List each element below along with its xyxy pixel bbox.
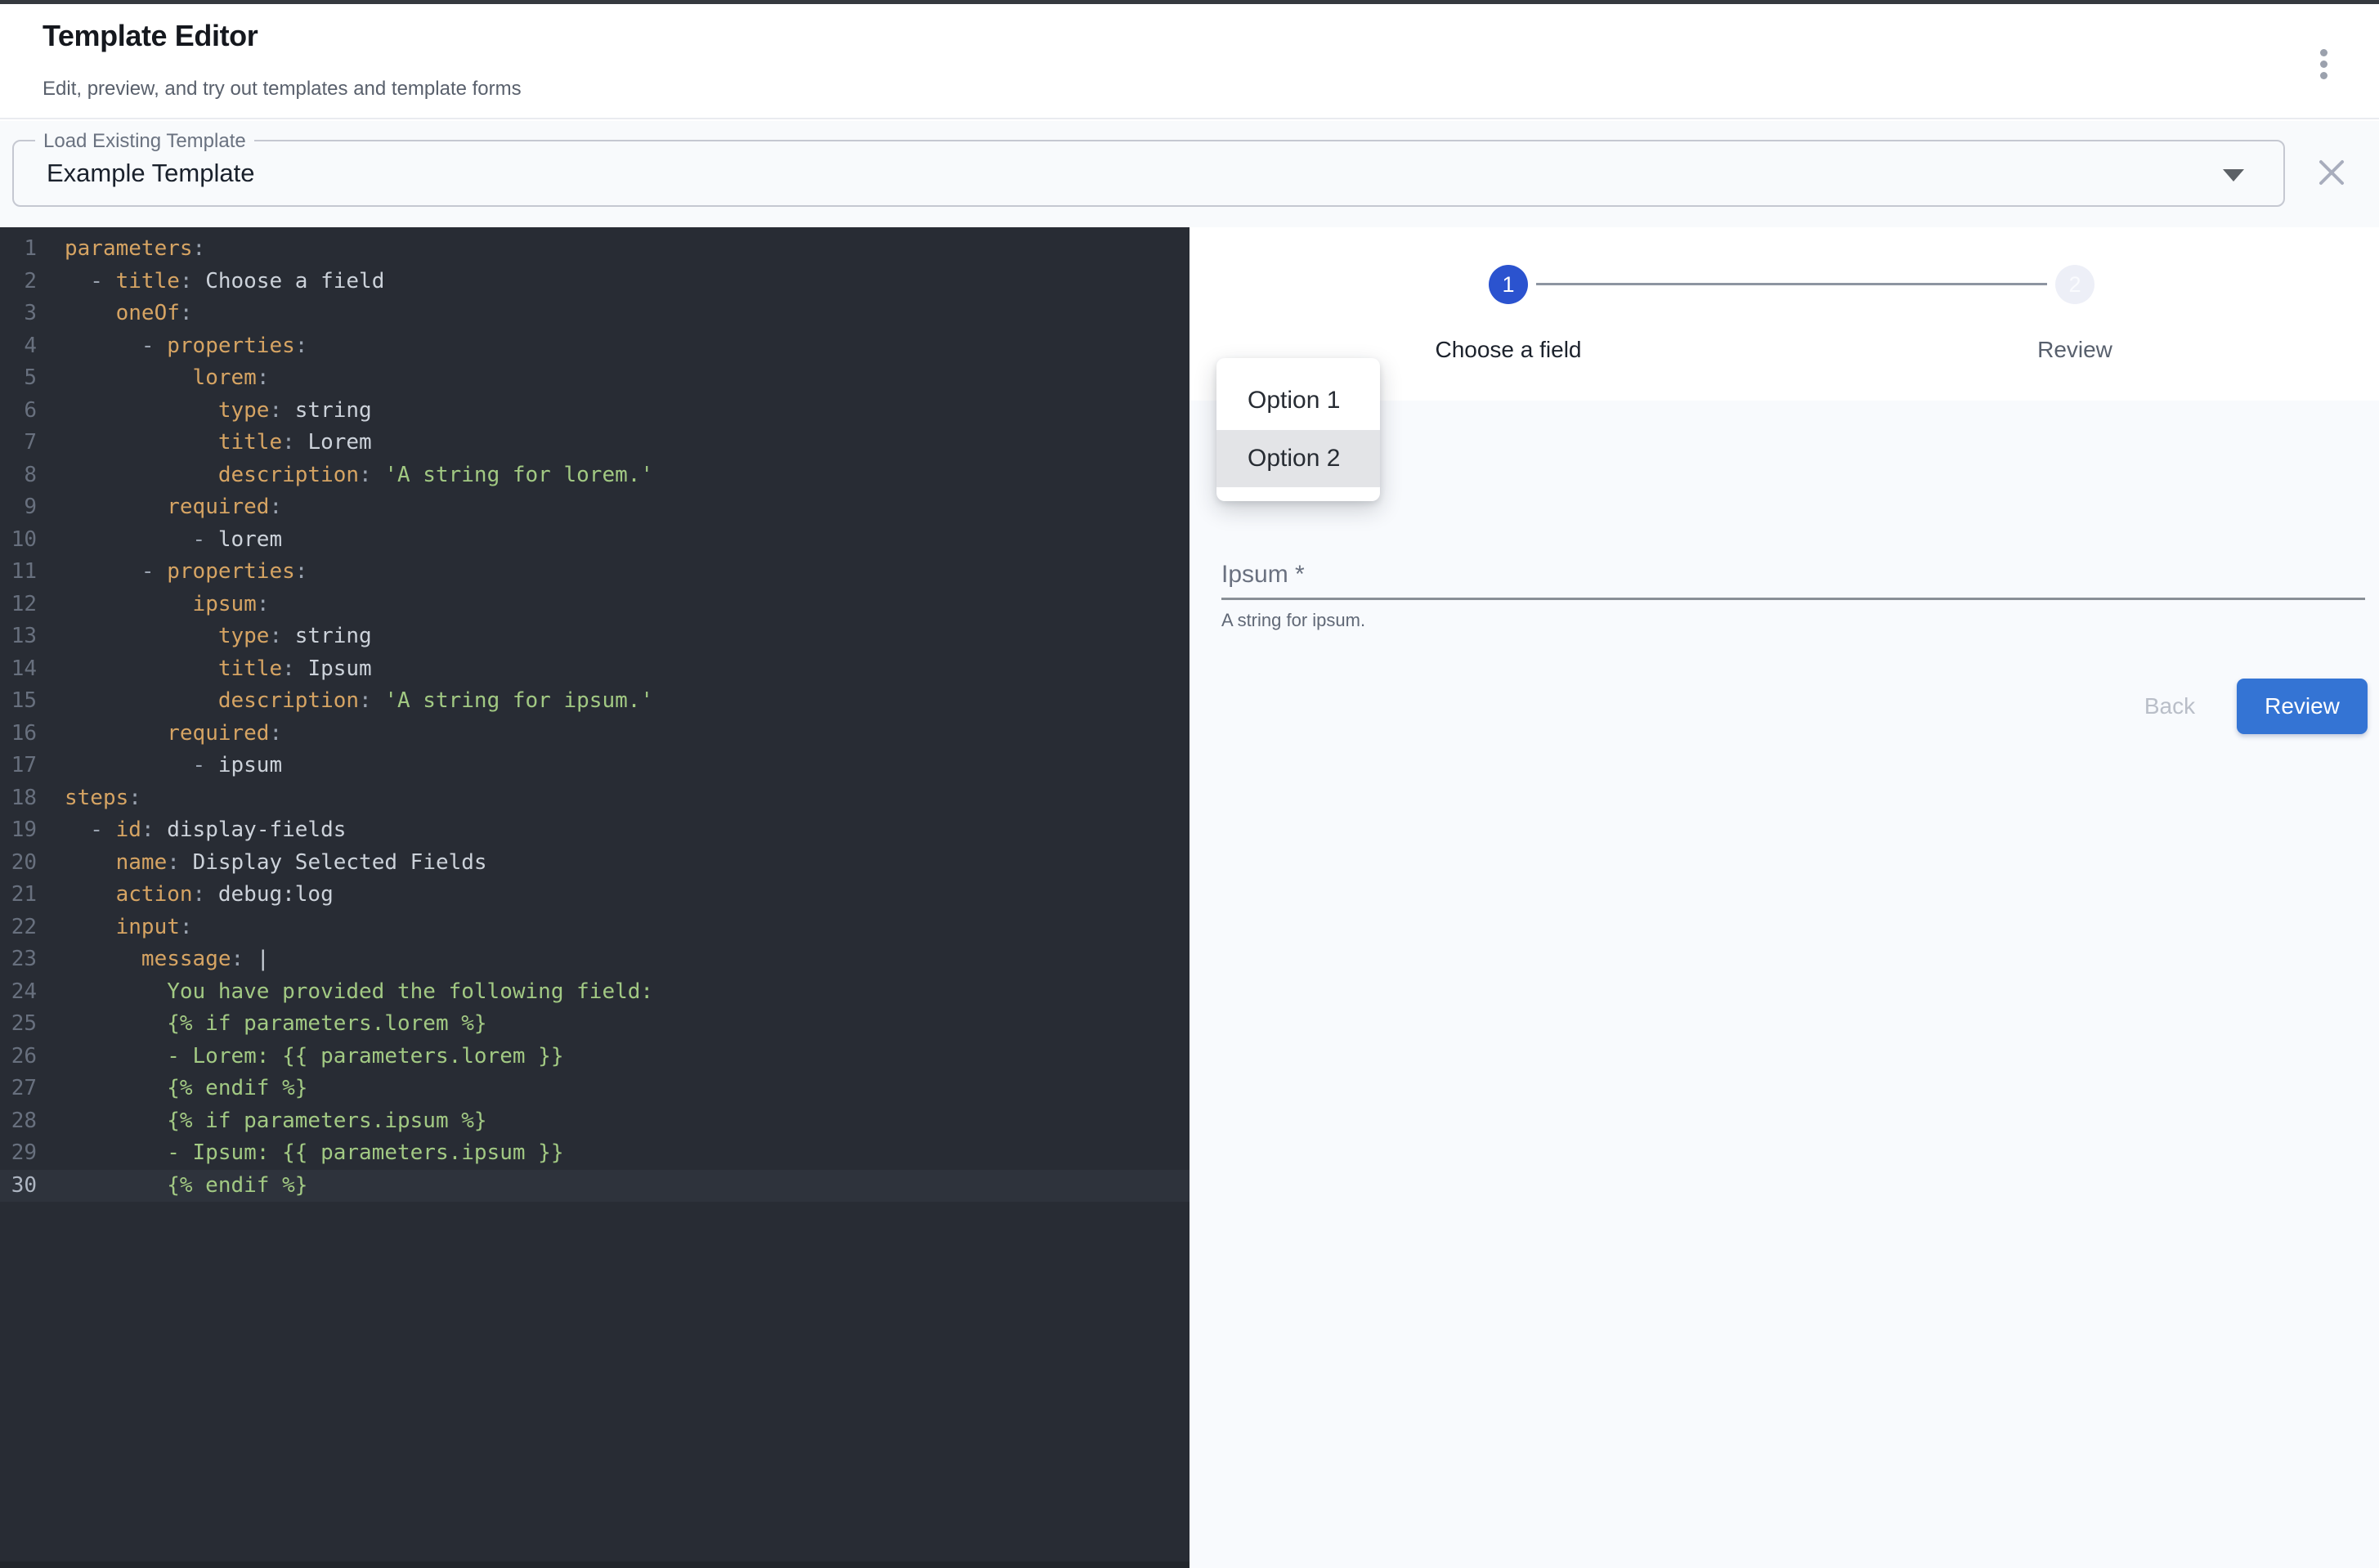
code-line: 4 - properties: xyxy=(0,330,1190,363)
code-line: 19 - id: display-fields xyxy=(0,814,1190,847)
code-line: 1parameters: xyxy=(0,233,1190,266)
page-subtitle: Edit, preview, and try out templates and… xyxy=(43,78,522,101)
step-connector-line xyxy=(1536,283,2047,285)
line-number: 19 xyxy=(0,814,37,847)
kebab-menu-icon xyxy=(2320,60,2327,68)
line-number: 3 xyxy=(0,298,37,330)
code-line: 14 title: Ipsum xyxy=(0,653,1190,686)
line-number: 4 xyxy=(0,330,37,363)
line-number: 25 xyxy=(0,1008,37,1041)
line-number: 27 xyxy=(0,1073,37,1105)
review-button[interactable]: Review xyxy=(2237,679,2368,734)
code-line: 27 {% endif %} xyxy=(0,1073,1190,1105)
line-number: 2 xyxy=(0,266,37,298)
step-1-label: Choose a field xyxy=(1435,337,1581,363)
code-line: 22 input: xyxy=(0,912,1190,944)
line-number: 18 xyxy=(0,782,37,815)
code-line: 24 You have provided the following field… xyxy=(0,976,1190,1009)
line-number: 29 xyxy=(0,1137,37,1170)
line-number: 23 xyxy=(0,943,37,976)
step-1-circle: 1 xyxy=(1489,265,1528,304)
line-number: 9 xyxy=(0,491,37,524)
code-line: 17 - ipsum xyxy=(0,750,1190,782)
code-line: 20 name: Display Selected Fields xyxy=(0,847,1190,880)
code-line: 3 oneOf: xyxy=(0,298,1190,330)
line-number: 20 xyxy=(0,847,37,880)
code-line: 18steps: xyxy=(0,782,1190,815)
chevron-down-icon xyxy=(2223,169,2244,181)
field-options-menu: Option 1 Option 2 xyxy=(1216,358,1380,501)
code-line: 25 {% if parameters.lorem %} xyxy=(0,1008,1190,1041)
code-line: 16 required: xyxy=(0,718,1190,750)
code-line: 5 lorem: xyxy=(0,362,1190,395)
close-icon xyxy=(2318,159,2345,186)
code-line: 6 type: string xyxy=(0,395,1190,428)
code-line: 13 type: string xyxy=(0,620,1190,653)
line-number: 28 xyxy=(0,1105,37,1138)
line-number: 6 xyxy=(0,395,37,428)
template-preview-panel: 1 2 Choose a field Review Option 1 Optio… xyxy=(1190,227,2379,1568)
code-line: 7 title: Lorem xyxy=(0,427,1190,459)
line-number: 12 xyxy=(0,589,37,621)
line-number: 21 xyxy=(0,879,37,912)
code-line: 2 - title: Choose a field xyxy=(0,266,1190,298)
step-2-number: 2 xyxy=(2068,272,2081,298)
ipsum-field-underline xyxy=(1221,598,2365,600)
line-number: 26 xyxy=(0,1041,37,1073)
code-lines: 1parameters:2 - title: Choose a field3 o… xyxy=(0,233,1190,1202)
template-editor-app: Template Editor Edit, preview, and try o… xyxy=(0,0,2379,1568)
clear-template-button[interactable] xyxy=(2312,153,2351,192)
more-options-button[interactable] xyxy=(2301,37,2346,91)
kebab-menu-icon xyxy=(2320,72,2327,79)
load-template-select[interactable]: Load Existing Template Example Template xyxy=(12,140,2285,207)
option-item-1[interactable]: Option 1 xyxy=(1216,372,1380,430)
page-title: Template Editor xyxy=(43,19,258,53)
ipsum-text-input[interactable] xyxy=(1221,561,2365,600)
code-line: 29 - Ipsum: {{ parameters.ipsum }} xyxy=(0,1137,1190,1170)
line-number: 1 xyxy=(0,233,37,266)
line-number: 14 xyxy=(0,653,37,686)
code-line: 30 {% endif %} xyxy=(0,1170,1190,1203)
line-number: 11 xyxy=(0,556,37,589)
kebab-menu-icon xyxy=(2320,49,2327,56)
line-number: 7 xyxy=(0,427,37,459)
option-item-2[interactable]: Option 2 xyxy=(1216,430,1380,488)
select-value: Example Template xyxy=(47,141,254,205)
code-line: 10 - lorem xyxy=(0,524,1190,557)
step-2-label: Review xyxy=(2037,337,2112,363)
code-line: 21 action: debug:log xyxy=(0,879,1190,912)
editor-horizontal-scrollbar[interactable] xyxy=(0,1561,1190,1568)
yaml-code-editor[interactable]: 1parameters:2 - title: Choose a field3 o… xyxy=(0,227,1190,1568)
line-number: 10 xyxy=(0,524,37,557)
line-number: 30 xyxy=(0,1170,37,1203)
load-template-section: Load Existing Template Example Template xyxy=(0,121,2379,227)
line-number: 5 xyxy=(0,362,37,395)
line-number: 17 xyxy=(0,750,37,782)
code-line: 26 - Lorem: {{ parameters.lorem }} xyxy=(0,1041,1190,1073)
line-number: 16 xyxy=(0,718,37,750)
line-number: 24 xyxy=(0,976,37,1009)
code-line: 8 description: 'A string for lorem.' xyxy=(0,459,1190,492)
line-number: 15 xyxy=(0,685,37,718)
code-line: 9 required: xyxy=(0,491,1190,524)
line-number: 22 xyxy=(0,912,37,944)
code-line: 12 ipsum: xyxy=(0,589,1190,621)
code-line: 15 description: 'A string for ipsum.' xyxy=(0,685,1190,718)
step-2-circle: 2 xyxy=(2055,265,2095,304)
line-number: 8 xyxy=(0,459,37,492)
line-number: 13 xyxy=(0,620,37,653)
back-button[interactable]: Back xyxy=(2121,679,2219,734)
code-line: 28 {% if parameters.ipsum %} xyxy=(0,1105,1190,1138)
code-line: 11 - properties: xyxy=(0,556,1190,589)
page-header: Template Editor Edit, preview, and try o… xyxy=(0,4,2379,119)
ipsum-helper-text: A string for ipsum. xyxy=(1221,610,1365,631)
step-1-number: 1 xyxy=(1502,272,1514,298)
code-line: 23 message: | xyxy=(0,943,1190,976)
